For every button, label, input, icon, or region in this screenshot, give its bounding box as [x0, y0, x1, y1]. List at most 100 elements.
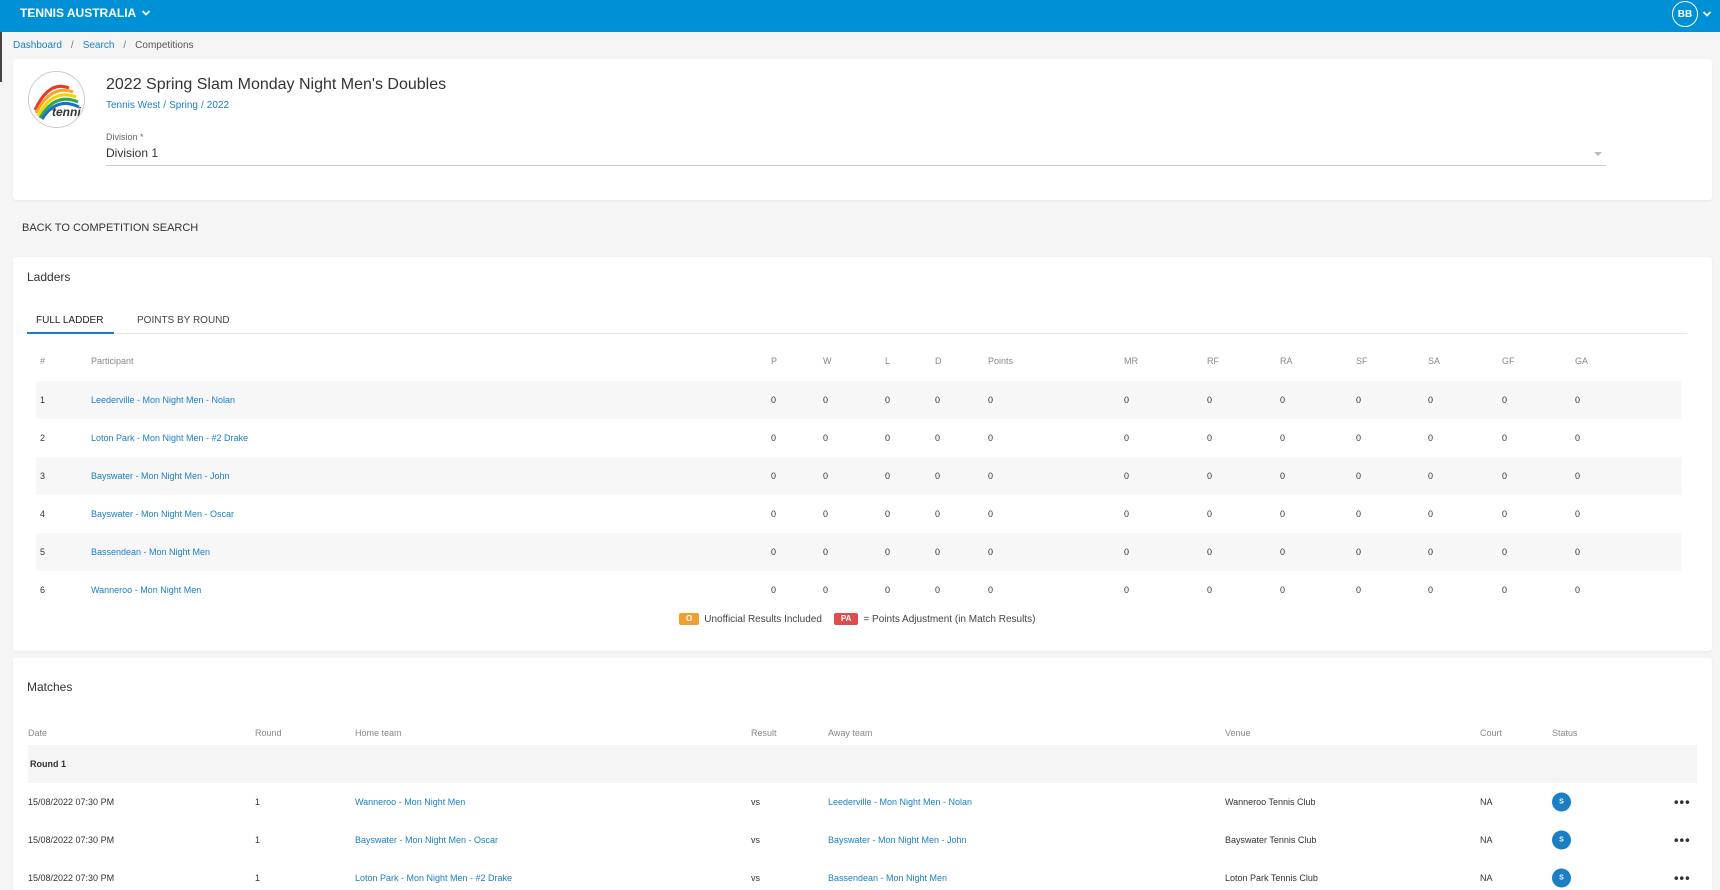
path-season[interactable]: Spring — [169, 100, 198, 111]
tab-full-ladder[interactable]: FULL LADDER — [27, 312, 114, 334]
ladder-gf: 0 — [1502, 509, 1508, 519]
ladder-participant-link[interactable]: Bayswater - Mon Night Men - John — [91, 471, 230, 481]
division-select[interactable]: Division 1 — [106, 146, 1606, 166]
ladder-sa: 0 — [1428, 433, 1434, 443]
table-row: 6 Wanneroo - Mon Night Men 0 0 0 0 0 0 0 0 0 0 0 0 — [36, 571, 1682, 609]
table-row: 15/08/2022 07:30 PM 1 Loton Park - Mon Nig… — [28, 859, 1697, 890]
match-away-team-link[interactable]: Bassendean - Mon Night Men — [828, 873, 947, 883]
ladder-lost: 0 — [885, 547, 891, 557]
ladder-participant-link[interactable]: Leederville - Mon Night Men - Nolan — [91, 395, 235, 405]
col-rf: RF — [1207, 356, 1219, 366]
ladder-ra: 0 — [1280, 433, 1286, 443]
breadcrumb-dashboard[interactable]: Dashboard — [13, 40, 62, 51]
table-row: 15/08/2022 07:30 PM 1 Wanneroo - Mon Night… — [28, 783, 1697, 821]
col-gf: GF — [1502, 356, 1515, 366]
col-ga: GA — [1575, 356, 1589, 366]
ladder-rank: 2 — [40, 433, 46, 443]
col-points: Points — [988, 356, 1014, 366]
match-venue: Loton Park Tennis Club — [1225, 873, 1318, 883]
ladder-ra: 0 — [1280, 471, 1286, 481]
page-title: 2022 Spring Slam Monday Night Men's Doub… — [106, 76, 447, 93]
col-court: Court — [1480, 728, 1503, 738]
competition-path: Tennis West / Spring / 2022 — [106, 100, 229, 111]
top-bar: TENNIS AUSTRALIA BB — [0, 0, 1720, 32]
more-actions-icon[interactable]: ••• — [1674, 833, 1691, 848]
match-venue: Wanneroo Tennis Club — [1225, 797, 1316, 807]
ladder-participant-link[interactable]: Bayswater - Mon Night Men - Oscar — [91, 509, 234, 519]
points-adjustment-legend-text: = Points Adjustment (in Match Results) — [863, 613, 1036, 625]
breadcrumb-search[interactable]: Search — [83, 40, 115, 51]
back-to-search-button[interactable]: BACK TO COMPETITION SEARCH — [22, 222, 198, 234]
tab-points-by-round[interactable]: POINTS BY ROUND — [137, 312, 230, 334]
ladder-lost: 0 — [885, 471, 891, 481]
table-row: 5 Bassendean - Mon Night Men 0 0 0 0 0 0 0 0 0 0 0 0 — [36, 533, 1682, 571]
match-home-team-link[interactable]: Bayswater - Mon Night Men - Oscar — [355, 835, 498, 845]
round-label: Round 1 — [30, 759, 66, 769]
breadcrumb: Dashboard / Search / Competitions — [13, 40, 194, 51]
match-home-team-link[interactable]: Wanneroo - Mon Night Men — [355, 797, 465, 807]
status-badge[interactable]: S — [1552, 868, 1571, 888]
more-actions-icon[interactable]: ••• — [1674, 795, 1691, 810]
sidebar-edge — [0, 32, 2, 82]
table-row: 1 Leederville - Mon Night Men - Nolan 0 0 0 0… — [36, 381, 1682, 419]
ladder-rank: 6 — [40, 585, 46, 595]
ladder-participant-link[interactable]: Bassendean - Mon Night Men — [91, 547, 210, 557]
match-court: NA — [1480, 835, 1493, 845]
points-adjustment-badge: PA — [833, 613, 859, 625]
table-row: 3 Bayswater - Mon Night Men - John 0 0 0 0 0 0 0… — [36, 457, 1682, 495]
avatar[interactable]: BB — [1672, 1, 1698, 27]
status-badge[interactable]: S — [1552, 792, 1571, 812]
col-mr: MR — [1124, 356, 1138, 366]
path-association[interactable]: Tennis West — [106, 100, 160, 111]
ladder-played: 0 — [771, 395, 777, 405]
ladder-sf: 0 — [1356, 547, 1362, 557]
ladder-won: 0 — [823, 471, 829, 481]
ladder-sa: 0 — [1428, 547, 1434, 557]
path-year[interactable]: 2022 — [207, 100, 229, 111]
user-menu[interactable]: BB — [1672, 1, 1712, 27]
ladder-points: 0 — [988, 547, 994, 557]
match-round: 1 — [255, 873, 261, 883]
division-label: Division * — [106, 132, 144, 142]
match-result: vs — [751, 797, 760, 807]
ladder-ga: 0 — [1575, 547, 1581, 557]
ladder-drawn: 0 — [935, 395, 941, 405]
ladder-sf: 0 — [1356, 433, 1362, 443]
col-sf: SF — [1356, 356, 1368, 366]
ladder-drawn: 0 — [935, 509, 941, 519]
col-sa: SA — [1428, 356, 1441, 366]
chevron-down-icon — [142, 10, 151, 16]
ladder-rf: 0 — [1207, 471, 1213, 481]
ladder-gf: 0 — [1502, 471, 1508, 481]
ladder-rank: 1 — [40, 395, 46, 405]
match-court: NA — [1480, 797, 1493, 807]
breadcrumb-current: Competitions — [135, 40, 194, 51]
col-rank: # — [40, 356, 46, 366]
match-away-team-link[interactable]: Bayswater - Mon Night Men - John — [828, 835, 967, 845]
ladder-points: 0 — [988, 471, 994, 481]
match-date: 15/08/2022 07:30 PM — [28, 797, 115, 807]
ladder-ra: 0 — [1280, 547, 1286, 557]
ladder-points: 0 — [988, 585, 994, 595]
ladder-sa: 0 — [1428, 585, 1434, 595]
ladder-sa: 0 — [1428, 395, 1434, 405]
match-away-team-link[interactable]: Leederville - Mon Night Men - Nolan — [828, 797, 972, 807]
ladder-ra: 0 — [1280, 585, 1286, 595]
more-actions-icon[interactable]: ••• — [1674, 871, 1691, 886]
ladder-sa: 0 — [1428, 509, 1434, 519]
ladder-participant-link[interactable]: Loton Park - Mon Night Men - #2 Drake — [91, 433, 248, 443]
dropdown-arrow-icon — [1594, 152, 1602, 156]
table-row: 2 Loton Park - Mon Night Men - #2 Drake 0 0… — [36, 419, 1682, 457]
ladder-sf: 0 — [1356, 471, 1362, 481]
ladder-drawn: 0 — [935, 471, 941, 481]
status-badge[interactable]: S — [1552, 830, 1571, 850]
col-away-team: Away team — [828, 728, 873, 738]
match-court: NA — [1480, 873, 1493, 883]
ladder-lost: 0 — [885, 395, 891, 405]
ladder-sa: 0 — [1428, 471, 1434, 481]
organisation-switcher[interactable]: TENNIS AUSTRALIA — [20, 6, 151, 20]
match-home-team-link[interactable]: Loton Park - Mon Night Men - #2 Drake — [355, 873, 512, 883]
chevron-down-icon — [1702, 11, 1712, 17]
ladder-ra: 0 — [1280, 395, 1286, 405]
ladder-participant-link[interactable]: Wanneroo - Mon Night Men — [91, 585, 201, 595]
